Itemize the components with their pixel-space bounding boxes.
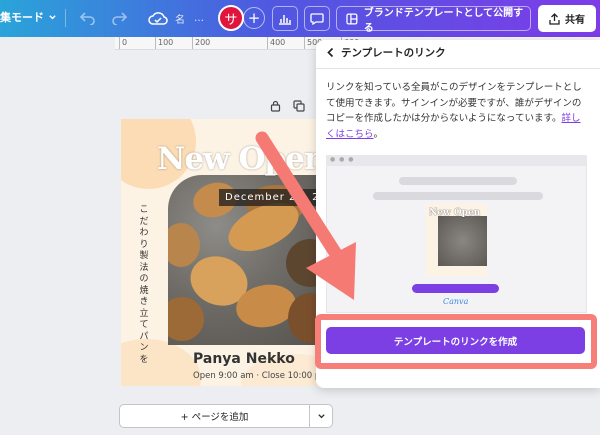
design-headline: New Open — [157, 141, 326, 177]
comment-button[interactable] — [304, 6, 330, 31]
panel-header: テンプレートのリンク — [326, 45, 446, 60]
design-hours: Open 9:00 am · Close 10:00 pm — [193, 371, 326, 381]
top-toolbar: 集モード 名 … サ + ブランドテンプレートとして公開する 共有 — [0, 0, 600, 37]
undo-icon[interactable] — [77, 7, 99, 29]
highlight-frame — [315, 314, 597, 369]
design-date: December 20, 2023 — [219, 189, 326, 206]
edit-mode-label: 集モード — [0, 11, 44, 24]
add-page-control: + ページを追加 — [119, 404, 333, 428]
toolbar-divider — [65, 9, 66, 27]
panel-title: テンプレートのリンク — [341, 47, 446, 59]
ruler-tick: 0 — [122, 38, 128, 47]
panel-divider — [316, 68, 600, 69]
cloud-saved-icon[interactable] — [147, 7, 169, 29]
panel-description-suffix: 。 — [373, 128, 384, 140]
lock-icon[interactable] — [268, 99, 282, 113]
avatar[interactable]: サ — [218, 5, 244, 31]
preview-placeholder-bar — [373, 192, 543, 200]
preview-placeholder-bar — [399, 177, 517, 185]
comment-icon — [310, 13, 324, 25]
upload-icon — [549, 12, 560, 25]
ellipsis-icon: … — [194, 12, 204, 24]
decor-blob — [121, 339, 201, 386]
duplicate-icon[interactable] — [292, 99, 306, 113]
redo-icon[interactable] — [108, 7, 130, 29]
chevron-left-icon[interactable] — [326, 47, 335, 58]
canva-logo: Canva — [443, 297, 469, 306]
panel-description: リンクを知っている全員がこのデザインをテンプレートとして使用できます。サインイン… — [326, 80, 588, 142]
add-collaborator-button[interactable]: + — [243, 7, 265, 29]
edit-mode-dropdown[interactable]: 集モード — [0, 9, 57, 25]
bar-chart-icon — [279, 14, 291, 25]
publish-brand-template-label: ブランドテンプレートとして公開する — [363, 7, 524, 34]
ruler-tick: 100 — [158, 38, 174, 47]
share-button[interactable]: 共有 — [538, 5, 596, 32]
panel-description-text: リンクを知っている全員がこのデザインをテンプレートとして使用できます。サインイン… — [326, 82, 582, 124]
chevron-down-icon — [318, 413, 325, 418]
design-name[interactable]: 名 — [175, 11, 185, 26]
template-icon — [346, 12, 358, 25]
preview-thumbnail-title: New Open — [429, 208, 481, 218]
chevron-down-icon — [49, 14, 56, 19]
insights-button[interactable] — [272, 6, 298, 31]
design-shop-name: Panya Nekko — [193, 351, 295, 367]
preview-button-placeholder — [412, 284, 499, 293]
design-canvas[interactable]: New Open December 20, 2023 こだわり製法の焼き立てパン… — [121, 119, 326, 386]
publish-brand-template-button[interactable]: ブランドテンプレートとして公開する — [336, 6, 531, 34]
add-page-options-button[interactable] — [310, 405, 333, 427]
add-page-button[interactable]: + ページを追加 — [120, 405, 309, 427]
design-vertical-text: こだわり製法の焼き立てパンを — [139, 205, 149, 365]
preview-thumbnail-photo — [438, 216, 487, 266]
preview-window-dots: ● ● ● — [330, 156, 355, 163]
preview-thumbnail: New Open — [426, 204, 487, 276]
panel-footnote-clipped — [376, 373, 536, 379]
ruler-tick: 200 — [195, 38, 211, 47]
share-label: 共有 — [565, 15, 585, 26]
preview-window-bar — [326, 155, 587, 166]
ruler-tick: 400 — [270, 38, 286, 47]
